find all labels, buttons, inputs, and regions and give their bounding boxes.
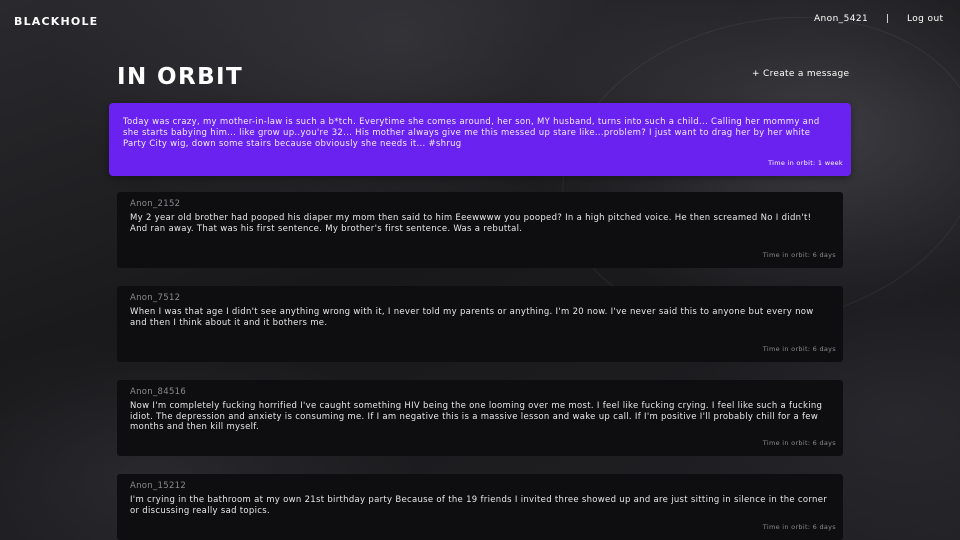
message-author: Anon_7512 — [130, 293, 181, 303]
message-text: Now I'm completely fucking horrified I'v… — [130, 401, 823, 433]
time-in-orbit: Time in orbit: 6 days — [762, 523, 836, 531]
message-card[interactable]: Anon_2152 My 2 year old brother had poop… — [117, 192, 843, 268]
highlighted-message-card[interactable]: Today was crazy, my mother-in-law is suc… — [109, 103, 851, 176]
message-card[interactable]: Anon_7512 When I was that age I didn't s… — [117, 286, 843, 362]
message-author: Anon_15212 — [130, 481, 187, 491]
message-text: When I was that age I didn't see anythin… — [130, 307, 814, 328]
message-text: I'm crying in the bathroom at my own 21s… — [130, 495, 828, 516]
brand-logo[interactable]: BLACKHOLE — [14, 15, 98, 28]
time-in-orbit: Time in orbit: 6 days — [762, 345, 836, 353]
username[interactable]: Anon_5421 — [814, 14, 868, 24]
logout-link[interactable]: Log out — [907, 14, 943, 24]
page-title: IN ORBIT — [117, 64, 244, 90]
message-author: Anon_2152 — [130, 199, 181, 209]
time-in-orbit: Time in orbit: 1 week — [768, 159, 843, 167]
message-text: Today was crazy, my mother-in-law is suc… — [123, 117, 820, 149]
message-text: My 2 year old brother had pooped his dia… — [130, 213, 812, 234]
nav-separator: | — [886, 14, 890, 24]
message-author: Anon_84516 — [130, 387, 187, 397]
top-bar: BLACKHOLE Anon_5421 | Log out — [0, 0, 960, 42]
message-card[interactable]: Anon_84516 Now I'm completely fucking ho… — [117, 380, 843, 456]
create-message-link[interactable]: + Create a message — [752, 69, 849, 79]
time-in-orbit: Time in orbit: 6 days — [762, 439, 836, 447]
message-card[interactable]: Anon_15212 I'm crying in the bathroom at… — [117, 474, 843, 540]
time-in-orbit: Time in orbit: 6 days — [762, 251, 836, 259]
